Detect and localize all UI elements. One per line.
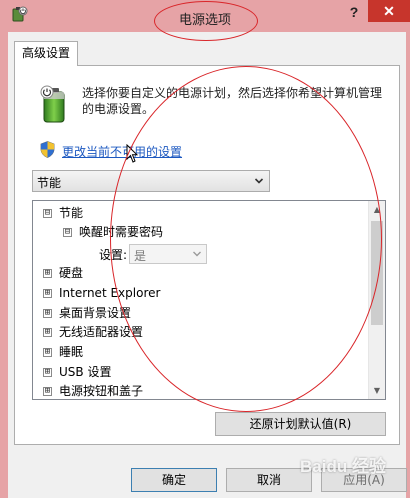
expand-icon[interactable]: ⊞: [43, 269, 52, 278]
setting-label: 设置:: [99, 248, 128, 262]
expand-icon[interactable]: ⊞: [43, 348, 52, 357]
power-settings-tree[interactable]: ⊟ 节能 ⊟ 唤醒时需要密码 设置: 是 ⊞ 硬盘 ⊞ Internet Exp…: [32, 200, 386, 400]
tree-item-label: USB 设置: [59, 365, 112, 379]
power-plan-value: 节能: [37, 176, 62, 190]
setting-value: 是: [134, 249, 147, 263]
mouse-cursor-icon: [126, 144, 138, 163]
tree-item-label: 无线适配器设置: [59, 325, 144, 339]
chevron-down-icon: [254, 178, 264, 184]
tree-item-label: 睡眠: [59, 345, 84, 359]
tree-item-label: Internet Explorer: [59, 286, 161, 300]
collapse-icon[interactable]: ⊟: [43, 209, 52, 218]
apply-button[interactable]: 应用(A): [321, 468, 407, 492]
power-plan-dropdown[interactable]: 节能: [32, 170, 270, 192]
tab-advanced-settings[interactable]: 高级设置: [14, 41, 78, 66]
tree-item-label: 节能: [59, 206, 84, 220]
close-icon: ✕: [383, 3, 395, 19]
setting-value-dropdown[interactable]: 是: [129, 244, 207, 264]
tree-item-label: 硬盘: [59, 266, 84, 280]
restore-defaults-button[interactable]: 还原计划默认值(R): [215, 412, 386, 436]
shield-icon: [40, 141, 55, 158]
scroll-thumb[interactable]: [371, 221, 383, 325]
scroll-down-icon[interactable]: ▼: [369, 382, 385, 399]
expand-icon[interactable]: ⊞: [43, 309, 52, 318]
expand-icon[interactable]: ⊞: [43, 328, 52, 337]
scroll-up-icon[interactable]: ▲: [369, 201, 385, 218]
expand-icon[interactable]: ⊞: [43, 368, 52, 377]
help-button[interactable]: ?: [346, 4, 362, 22]
cancel-button[interactable]: 取消: [226, 468, 312, 492]
ok-button[interactable]: 确定: [131, 468, 217, 492]
close-button[interactable]: ✕: [368, 0, 410, 22]
expand-icon[interactable]: ⊞: [43, 289, 52, 298]
tree-scrollbar[interactable]: ▲ ▼: [368, 201, 385, 399]
tree-item-label: 唤醒时需要密码: [79, 225, 164, 239]
tree-item-label: 桌面背景设置: [59, 306, 132, 320]
expand-icon[interactable]: ⊞: [43, 387, 52, 396]
collapse-icon[interactable]: ⊟: [63, 228, 72, 237]
description-text: 选择你要自定义的电源计划，然后选择你希望计算机管理的电源设置。: [82, 86, 383, 116]
chevron-down-icon: [193, 251, 201, 257]
battery-icon: [40, 85, 65, 123]
change-settings-link[interactable]: 更改当前不可用的设置: [62, 143, 182, 160]
tree-item-label: 电源按钮和盖子: [59, 384, 144, 398]
